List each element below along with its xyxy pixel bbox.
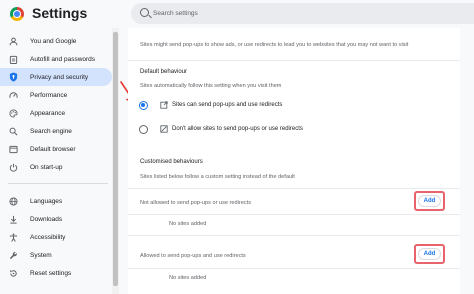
clipboard-icon <box>8 54 18 64</box>
top-bar: Settings <box>0 0 474 28</box>
sidebar-item-label: You and Google <box>30 37 77 45</box>
sidebar-item-performance[interactable]: Performance <box>0 86 112 104</box>
option-label: Don't allow sites to send pop-ups or use… <box>172 126 303 132</box>
sidebar-item-label: Appearance <box>30 109 66 117</box>
power-icon <box>8 162 18 172</box>
not-allowed-empty: No sites added <box>169 221 207 227</box>
sidebar-item-label: Downloads <box>30 215 63 223</box>
popups-settings-card: Sites might send pop-ups to show ads, or… <box>128 28 460 294</box>
radio-allow-popups[interactable] <box>139 101 148 110</box>
sidebar-item-label: Performance <box>30 91 68 99</box>
section-divider <box>128 268 460 269</box>
radio-block-popups[interactable] <box>139 125 148 134</box>
option-label: Sites can send pop-ups and use redirects <box>172 102 283 108</box>
sidebar-item-privacy-and-security[interactable]: Privacy and security <box>0 68 112 86</box>
external-link-icon <box>160 101 168 111</box>
add-allowed-button[interactable]: Add <box>418 248 441 260</box>
sidebar-item-system[interactable]: System <box>0 246 112 264</box>
section-divider <box>128 235 460 236</box>
accessibility-icon <box>8 232 18 242</box>
shield-icon <box>8 72 18 82</box>
sidebar-item-autofill[interactable]: Autofill and passwords <box>0 50 112 68</box>
sidebar: You and Google Autofill and passwords Pr… <box>0 28 112 294</box>
search-box[interactable] <box>131 3 474 24</box>
page-title: Settings <box>32 5 88 21</box>
not-allowed-label: Not allowed to send pop-ups or use redir… <box>140 200 252 206</box>
chrome-logo-icon <box>10 7 24 21</box>
add-highlight-box: Add <box>414 191 445 211</box>
sidebar-item-label: System <box>30 251 52 259</box>
sidebar-item-label: Default browser <box>30 145 76 153</box>
allowed-empty: No sites added <box>169 275 207 281</box>
sidebar-item-accessibility[interactable]: Accessibility <box>0 228 112 246</box>
sidebar-item-languages[interactable]: Languages <box>0 192 112 210</box>
sidebar-item-default-browser[interactable]: Default browser <box>0 140 112 158</box>
reset-icon <box>8 268 18 278</box>
search-input[interactable] <box>153 5 453 22</box>
sidebar-divider <box>8 183 108 184</box>
search-icon <box>8 126 18 136</box>
palette-icon <box>8 108 18 118</box>
customised-behaviours-heading: Customised behaviours <box>140 159 203 165</box>
blocked-popup-icon <box>160 125 168 135</box>
section-divider <box>128 214 460 215</box>
globe-icon <box>8 196 18 206</box>
sidebar-item-label: Reset settings <box>30 269 72 277</box>
section-divider <box>128 188 460 189</box>
person-icon <box>8 36 18 46</box>
sidebar-item-label: Search engine <box>30 127 72 135</box>
wrench-icon <box>8 250 18 260</box>
sidebar-item-appearance[interactable]: Appearance <box>0 104 112 122</box>
intro-text: Sites might send pop-ups to show ads, or… <box>140 42 409 48</box>
default-behaviour-subtitle: Sites automatically follow this setting … <box>140 83 282 89</box>
sidebar-item-reset-settings[interactable]: Reset settings <box>0 264 112 282</box>
browser-icon <box>8 144 18 154</box>
sidebar-item-label: Autofill and passwords <box>30 55 96 63</box>
sidebar-item-you-and-google[interactable]: You and Google <box>0 32 112 50</box>
sidebar-item-on-start-up[interactable]: On start-up <box>0 158 112 176</box>
add-highlight-box: Add <box>414 244 445 264</box>
sidebar-item-downloads[interactable]: Downloads <box>0 210 112 228</box>
sidebar-item-label: On start-up <box>30 163 63 171</box>
customised-behaviours-subtitle: Sites listed below follow a custom setti… <box>140 174 295 180</box>
sidebar-item-label: Accessibility <box>30 233 66 241</box>
search-icon <box>140 8 149 17</box>
download-icon <box>8 214 18 224</box>
sidebar-item-search-engine[interactable]: Search engine <box>0 122 112 140</box>
add-not-allowed-button[interactable]: Add <box>418 195 441 207</box>
speedometer-icon <box>8 90 18 100</box>
section-divider <box>128 60 460 61</box>
sidebar-item-label: Privacy and security <box>30 73 89 81</box>
default-behaviour-heading: Default behaviour <box>140 69 188 75</box>
allowed-label: Allowed to send pop-ups and use redirect… <box>140 253 246 259</box>
scrollbar-thumb[interactable] <box>113 32 118 286</box>
sidebar-item-label: Languages <box>30 197 63 205</box>
